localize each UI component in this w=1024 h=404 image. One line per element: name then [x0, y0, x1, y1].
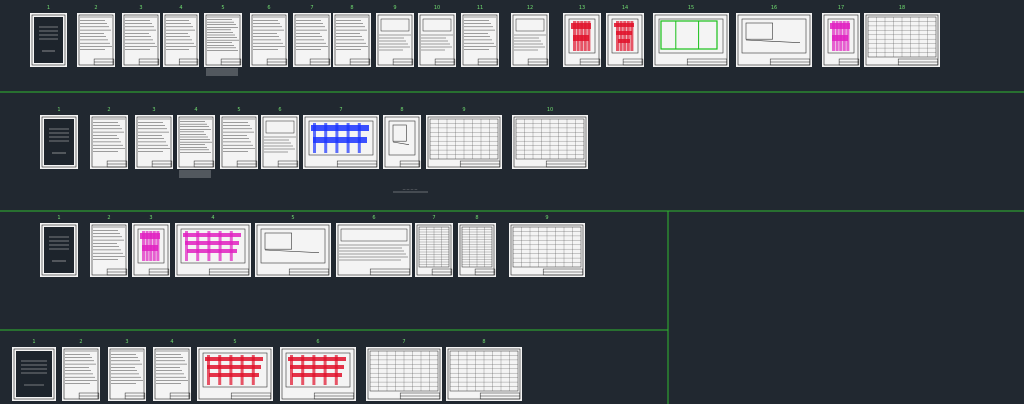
drawing-sheet[interactable] [197, 347, 273, 401]
drawing-sheet[interactable] [563, 13, 601, 67]
sheet-number-label: 17 [838, 5, 844, 11]
drawing-sheet[interactable] [864, 13, 940, 67]
sheet-number-label: 12 [527, 5, 533, 11]
sheet-number-label: 5 [237, 107, 240, 113]
drawing-sheet[interactable] [461, 13, 499, 67]
sheet-number-label: 1 [47, 5, 50, 11]
drawing-sheet[interactable] [177, 115, 215, 178]
set-1: 1 2 3 4 5 6 7 8 9 10 11 12 13 14 15 16 17 18 [30, 5, 940, 76]
sheet-number-label: 16 [771, 5, 777, 11]
drawing-sheet[interactable] [426, 115, 502, 169]
sheet-number-label: 6 [278, 107, 281, 113]
sheet-number-label: 4 [170, 339, 173, 345]
sheet-number-label: 6 [316, 339, 319, 345]
drawing-sheet[interactable] [653, 13, 729, 67]
drawing-sheet[interactable] [250, 13, 288, 67]
sheet-number-label: 9 [393, 5, 396, 11]
sheet-number-label: 2 [79, 339, 82, 345]
sheet-number-label: 5 [221, 5, 224, 11]
drawing-sheet[interactable] [40, 223, 78, 277]
drawing-sheet[interactable] [511, 13, 549, 67]
sheet-number-label: 4 [211, 215, 214, 221]
drawing-sheet[interactable] [220, 115, 258, 169]
set-3: 1 2 3 4 5 6 7 8 9 [40, 215, 585, 277]
drawing-sheet[interactable] [415, 223, 453, 277]
sheet-number-label: 2 [94, 5, 97, 11]
drawing-sheet[interactable] [303, 115, 379, 169]
sheet-number-label: 15 [688, 5, 694, 11]
sheet-number-label: 5 [291, 215, 294, 221]
sheet-number-label: 11 [477, 5, 483, 11]
sheet-number-label: 4 [194, 107, 197, 113]
sheet-number-label: 9 [462, 107, 465, 113]
sheet-number-label: 5 [233, 339, 236, 345]
sheet-number-label: 3 [149, 215, 152, 221]
drawing-sheet[interactable] [77, 13, 115, 67]
sheet-number-label: 7 [402, 339, 405, 345]
drawing-sheet[interactable] [446, 347, 522, 401]
sheet-number-label: 8 [475, 215, 478, 221]
drawing-sheet[interactable] [90, 223, 128, 277]
sheet-number-label: 7 [339, 107, 342, 113]
drawing-sheet[interactable] [822, 13, 860, 67]
set-2: 1 2 3 4 5 6 7 8 9 10 — — — — [40, 107, 588, 193]
drawing-sheet[interactable] [509, 223, 585, 277]
drawing-sheet[interactable] [40, 115, 78, 169]
sheet-number-label: 4 [179, 5, 182, 11]
drawing-sheet[interactable] [62, 347, 100, 401]
drawing-sheet[interactable] [132, 223, 170, 277]
drawing-sheet[interactable] [135, 115, 173, 169]
drawing-viewport[interactable]: 1 2 3 4 5 6 7 8 9 10 11 12 13 14 15 16 17 181 2 3 4 5 6 7 8 9 10— … [0, 0, 1024, 404]
sheet-number-label: 10 [434, 5, 440, 11]
sheet-number-label: 3 [139, 5, 142, 11]
set-caption: — — — — [403, 187, 418, 191]
sheet-number-label: 7 [310, 5, 313, 11]
drawing-sheet[interactable] [376, 13, 414, 67]
sheet-number-label: 6 [267, 5, 270, 11]
drawing-sheet[interactable] [458, 223, 496, 277]
sheet-number-label: 8 [350, 5, 353, 11]
sheet-number-label: 8 [400, 107, 403, 113]
sheet-number-label: 10 [547, 107, 553, 113]
sheet-number-label: 1 [57, 215, 60, 221]
sheet-number-label: 18 [899, 5, 905, 11]
drawing-sheet[interactable] [12, 347, 56, 401]
drawing-sheet[interactable] [280, 347, 356, 401]
drawing-sheet[interactable] [122, 13, 160, 67]
drawing-sheet[interactable] [163, 13, 199, 67]
sheet-number-label: 8 [482, 339, 485, 345]
drawing-sheet[interactable] [736, 13, 812, 67]
drawing-sheet[interactable] [108, 347, 146, 401]
drawing-sheet[interactable] [512, 115, 588, 169]
drawing-sheet[interactable] [90, 115, 128, 169]
sheet-number-label: 1 [57, 107, 60, 113]
sheet-number-label: 6 [372, 215, 375, 221]
sheet-number-label: 3 [125, 339, 128, 345]
drawing-sheet[interactable] [606, 13, 644, 67]
drawing-sheet[interactable] [293, 13, 331, 67]
drawing-sheet[interactable] [255, 223, 331, 277]
drawing-sheet[interactable] [153, 347, 191, 401]
sheet-number-label: 14 [622, 5, 628, 11]
sheet-number-label: 9 [545, 215, 548, 221]
sheet-number-label: 1 [32, 339, 35, 345]
sheet-number-label: 7 [432, 215, 435, 221]
sheet-number-label: 2 [107, 107, 110, 113]
drawing-sheet[interactable] [261, 115, 299, 169]
sheet-number-label: 2 [107, 215, 110, 221]
drawing-sheet[interactable] [204, 13, 242, 76]
drawing-sheet[interactable] [418, 13, 456, 67]
drawing-sheet[interactable] [30, 13, 67, 67]
drawing-sheet[interactable] [175, 223, 251, 277]
sheet-number-label: 13 [579, 5, 585, 11]
drawing-sheet[interactable] [333, 13, 371, 67]
sheet-number-label: 3 [152, 107, 155, 113]
drawing-sheet[interactable] [366, 347, 442, 401]
cad-drawing-canvas[interactable]: 1 2 3 4 5 6 7 8 9 10 11 12 13 14 15 16 17 18 1 2 3 4 5 6 7 8 9 10— … [0, 0, 1024, 404]
drawing-sheet[interactable] [336, 223, 412, 277]
drawing-sheet[interactable] [383, 115, 421, 169]
set-4: 1 2 3 4 5 6 7 8 [12, 339, 522, 401]
